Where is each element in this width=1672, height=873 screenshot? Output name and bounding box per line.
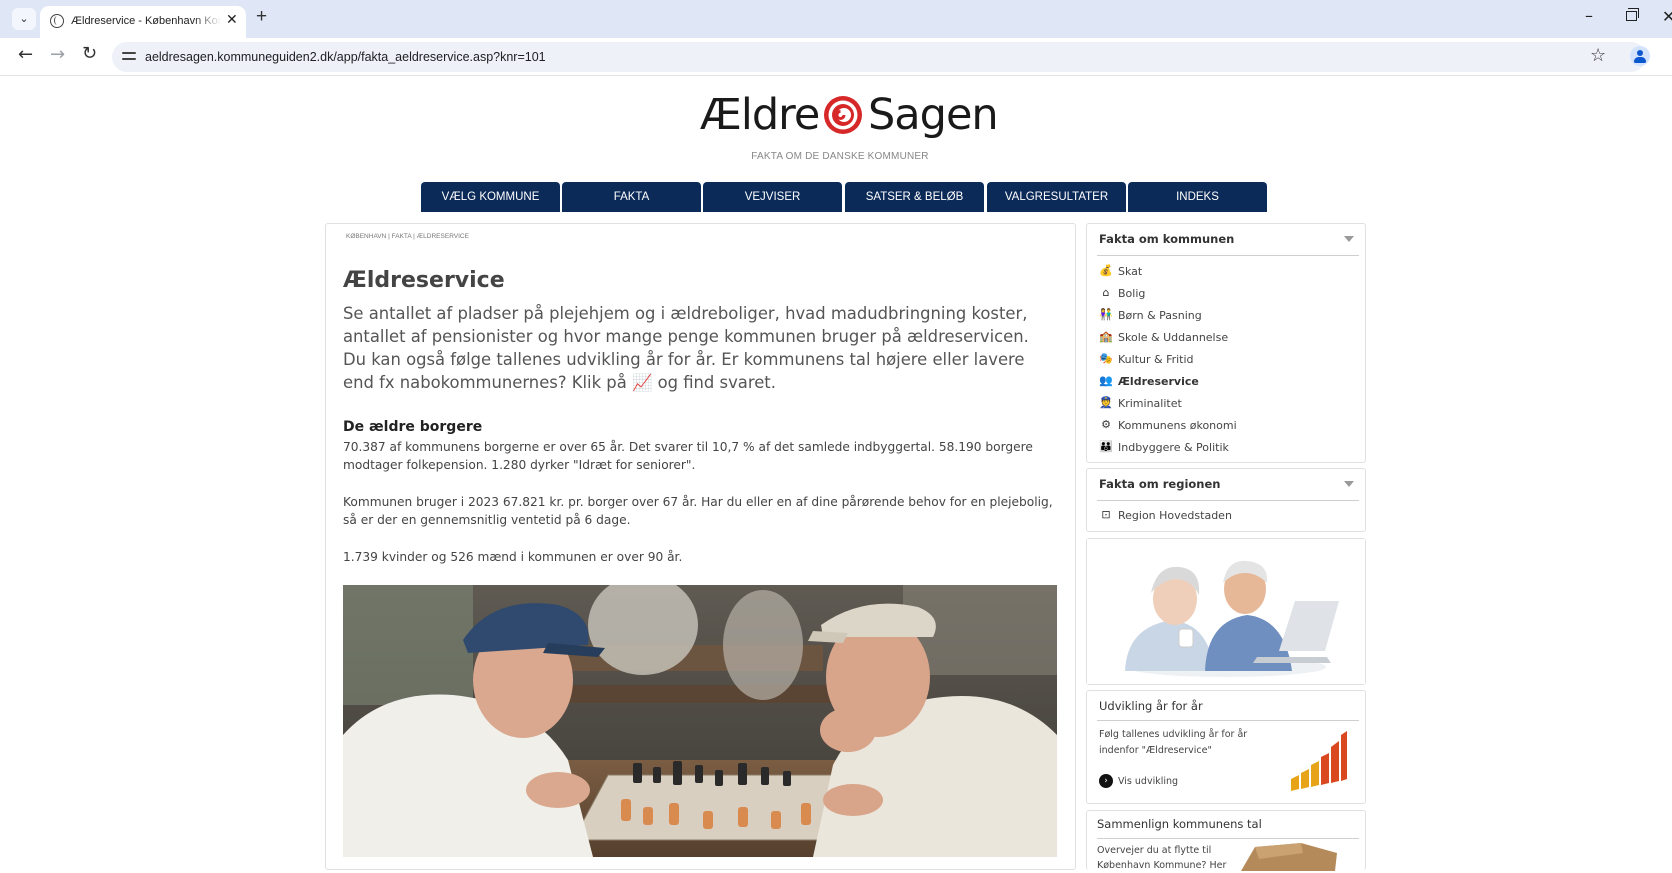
minimize-window-icon[interactable]: – xyxy=(1585,6,1593,25)
sidebar-item-label: Ældreservice xyxy=(1118,375,1199,388)
section-heading: De ældre borgere xyxy=(343,419,483,435)
browser-toolbar: ← → ↻ aeldresagen.kommuneguiden2.dk/app/… xyxy=(0,38,1672,76)
nav-vaelg-kommune[interactable]: VÆLG KOMMUNE xyxy=(421,182,560,212)
fakta-regionen-heading[interactable]: Fakta om regionen xyxy=(1099,477,1220,491)
seniors-laptop-photo xyxy=(1087,539,1365,684)
coins-icon: ⚙ xyxy=(1101,418,1111,431)
sidebar-item-label: Skat xyxy=(1118,265,1143,278)
sidebar-item-label: Kultur & Fritid xyxy=(1118,353,1194,366)
fakta-kommunen-box: Fakta om kommunen 💰 Skat ⌂ Bolig 👫 Børn … xyxy=(1086,223,1366,463)
paragraph-borgere: 70.387 af kommunens borgerne er over 65 … xyxy=(343,440,1033,472)
school-icon: 🏫 xyxy=(1099,330,1113,343)
fakta-kommunen-heading[interactable]: Fakta om kommunen xyxy=(1099,232,1234,246)
nav-fakta[interactable]: FAKTA xyxy=(562,182,701,212)
chess-players-photo xyxy=(343,585,1057,857)
logo-text-left: Ældre xyxy=(700,90,820,140)
theater-masks-icon: 🎭 xyxy=(1099,352,1113,365)
sidebar-item-label: Kommunens økonomi xyxy=(1118,419,1237,432)
people-icon: 👪 xyxy=(1099,440,1113,453)
arrow-circle-icon: › xyxy=(1099,774,1113,788)
site-tagline: FAKTA OM DE DANSKE KOMMUNER xyxy=(751,151,929,162)
profile-avatar-icon[interactable] xyxy=(1630,46,1650,66)
paragraph-udgifter: Kommunen bruger i 2023 67.821 kr. pr. bo… xyxy=(343,495,1053,527)
breadcrumb[interactable]: KØBENHAVN | FAKTA | ÆLDRESERVICE xyxy=(346,233,469,240)
money-bag-icon: 💰 xyxy=(1099,264,1113,277)
seniors-photo-box xyxy=(1086,538,1366,685)
region-map-icon: ⊡ xyxy=(1101,508,1111,521)
url-text[interactable]: aeldresagen.kommuneguiden2.dk/app/fakta_… xyxy=(145,50,546,64)
collapse-caret-icon[interactable] xyxy=(1344,236,1354,242)
bar-growth-icon xyxy=(1291,731,1347,791)
udvikling-text-1: Følg tallenes udvikling år for år xyxy=(1099,729,1248,740)
aeldre-sagen-logo[interactable]: Ældre Sagen xyxy=(690,86,999,146)
nav-indeks[interactable]: INDEKS xyxy=(1128,182,1267,212)
back-arrow-icon[interactable]: ← xyxy=(18,44,33,65)
page-title: Ældreservice xyxy=(343,268,505,293)
children-icon: 👫 xyxy=(1099,308,1113,321)
site-settings-icon[interactable] xyxy=(122,50,136,62)
sidebar-item-label: Bolig xyxy=(1118,287,1146,300)
browser-tab-active[interactable]: Ældreservice - København Kommune ✕ xyxy=(40,6,246,38)
house-icon: ⌂ xyxy=(1102,286,1110,299)
nav-satser-beloeb[interactable]: SATSER & BELØB xyxy=(845,182,984,212)
nav-vejviser[interactable]: VEJVISER xyxy=(703,182,842,212)
close-window-icon[interactable]: ✕ xyxy=(1662,7,1672,26)
police-icon: 👮 xyxy=(1099,396,1113,409)
address-bar[interactable]: aeldresagen.kommuneguiden2.dk/app/fakta_… xyxy=(112,42,1646,72)
elderly-icon: 👥 xyxy=(1099,374,1113,387)
globe-icon xyxy=(50,14,64,28)
paragraph-over-90: 1.739 kvinder og 526 mænd i kommunen er … xyxy=(343,550,683,564)
vis-udvikling-label: Vis udvikling xyxy=(1118,776,1179,787)
logo-text-right: Sagen xyxy=(868,90,999,140)
content-panel: KØBENHAVN | FAKTA | ÆLDRESERVICE Ældrese… xyxy=(325,223,1076,870)
sidebar-item-label: Region Hovedstaden xyxy=(1118,509,1232,522)
bookmark-star-icon[interactable]: ☆ xyxy=(1590,45,1606,66)
fakta-regionen-box: Fakta om regionen ⊡ Region Hovedstaden xyxy=(1086,468,1366,532)
divider xyxy=(1097,838,1359,839)
sidebar-item-label: Indbyggere & Politik xyxy=(1118,441,1229,454)
sammenlign-box: Sammenlign kommunens tal Overvejer du at… xyxy=(1086,810,1366,871)
tab-title: Ældreservice - København Kommune xyxy=(71,15,221,27)
sammenlign-text-2: København Kommune? Her xyxy=(1097,860,1227,871)
intro-text: Se antallet af pladser på plejehjem og i… xyxy=(343,304,1029,392)
reload-icon[interactable]: ↻ xyxy=(82,43,97,64)
sidebar-item-label: Skole & Uddannelse xyxy=(1118,331,1229,344)
divider xyxy=(1097,255,1359,256)
moving-box-icon xyxy=(1241,843,1337,871)
sammenlign-heading: Sammenlign kommunens tal xyxy=(1097,817,1262,831)
close-tab-icon[interactable]: ✕ xyxy=(226,12,238,28)
restore-window-icon[interactable] xyxy=(1626,8,1639,21)
sammenlign-text-1: Overvejer du at flytte til xyxy=(1097,845,1212,856)
divider xyxy=(1097,500,1359,501)
udvikling-box: Udvikling år for år Følg tallenes udvikl… xyxy=(1086,690,1366,804)
divider xyxy=(1097,720,1359,721)
sidebar-item-label: Kriminalitet xyxy=(1118,397,1182,410)
logo-swirl-icon xyxy=(824,96,862,134)
udvikling-text-2: indenfor "Ældreservice" xyxy=(1099,745,1212,756)
forward-arrow-icon[interactable]: → xyxy=(50,44,65,65)
sidebar-item-label: Børn & Pasning xyxy=(1118,309,1202,322)
collapse-caret-icon[interactable] xyxy=(1344,481,1354,487)
new-tab-button[interactable]: + xyxy=(256,6,267,28)
browser-tab-strip: ⌄ Ældreservice - København Kommune ✕ + –… xyxy=(0,0,1672,38)
tab-search-chevron-icon[interactable]: ⌄ xyxy=(12,8,36,30)
nav-valgresultater[interactable]: VALGRESULTATER xyxy=(987,182,1126,212)
udvikling-heading: Udvikling år for år xyxy=(1099,699,1203,713)
